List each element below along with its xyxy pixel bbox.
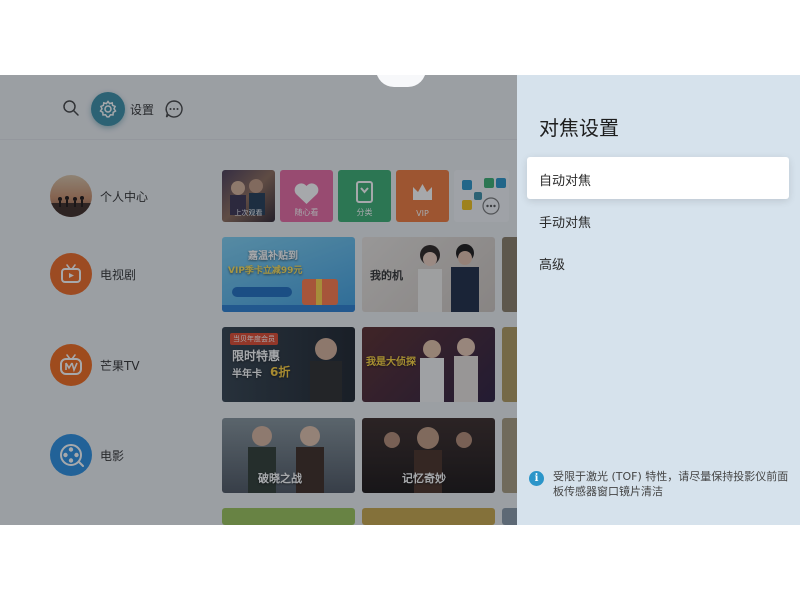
menu-item-label: 自动对焦 (539, 174, 592, 189)
menu-item-advanced[interactable]: 高级 (527, 241, 789, 283)
chevron-up-icon: ⌃ (395, 75, 405, 83)
focus-settings-panel: 对焦设置 自动对焦 手动对焦 高级 i 受限于激光 (TOF) 特性，请尽量保持… (517, 75, 800, 525)
menu-item-label: 手动对焦 (539, 216, 592, 231)
dim-overlay (0, 75, 517, 525)
menu-item-manual-focus[interactable]: 手动对焦 (527, 199, 789, 241)
launcher-home: 设置 个人中心 电视剧 芒果TV 电影 上次观看 随心看 分类 VIP 嘉温补贴… (0, 75, 517, 525)
info-icon: i (529, 471, 544, 486)
menu-item-label: 高级 (539, 258, 566, 273)
info-text: 受限于激光 (TOF) 特性，请尽量保持投影仪前面板传感器窗口镜片清洁 (553, 470, 789, 498)
panel-title: 对焦设置 (539, 116, 619, 140)
menu-item-auto-focus[interactable]: 自动对焦 (527, 157, 789, 199)
projector-screen: 设置 个人中心 电视剧 芒果TV 电影 上次观看 随心看 分类 VIP 嘉温补贴… (0, 75, 800, 525)
